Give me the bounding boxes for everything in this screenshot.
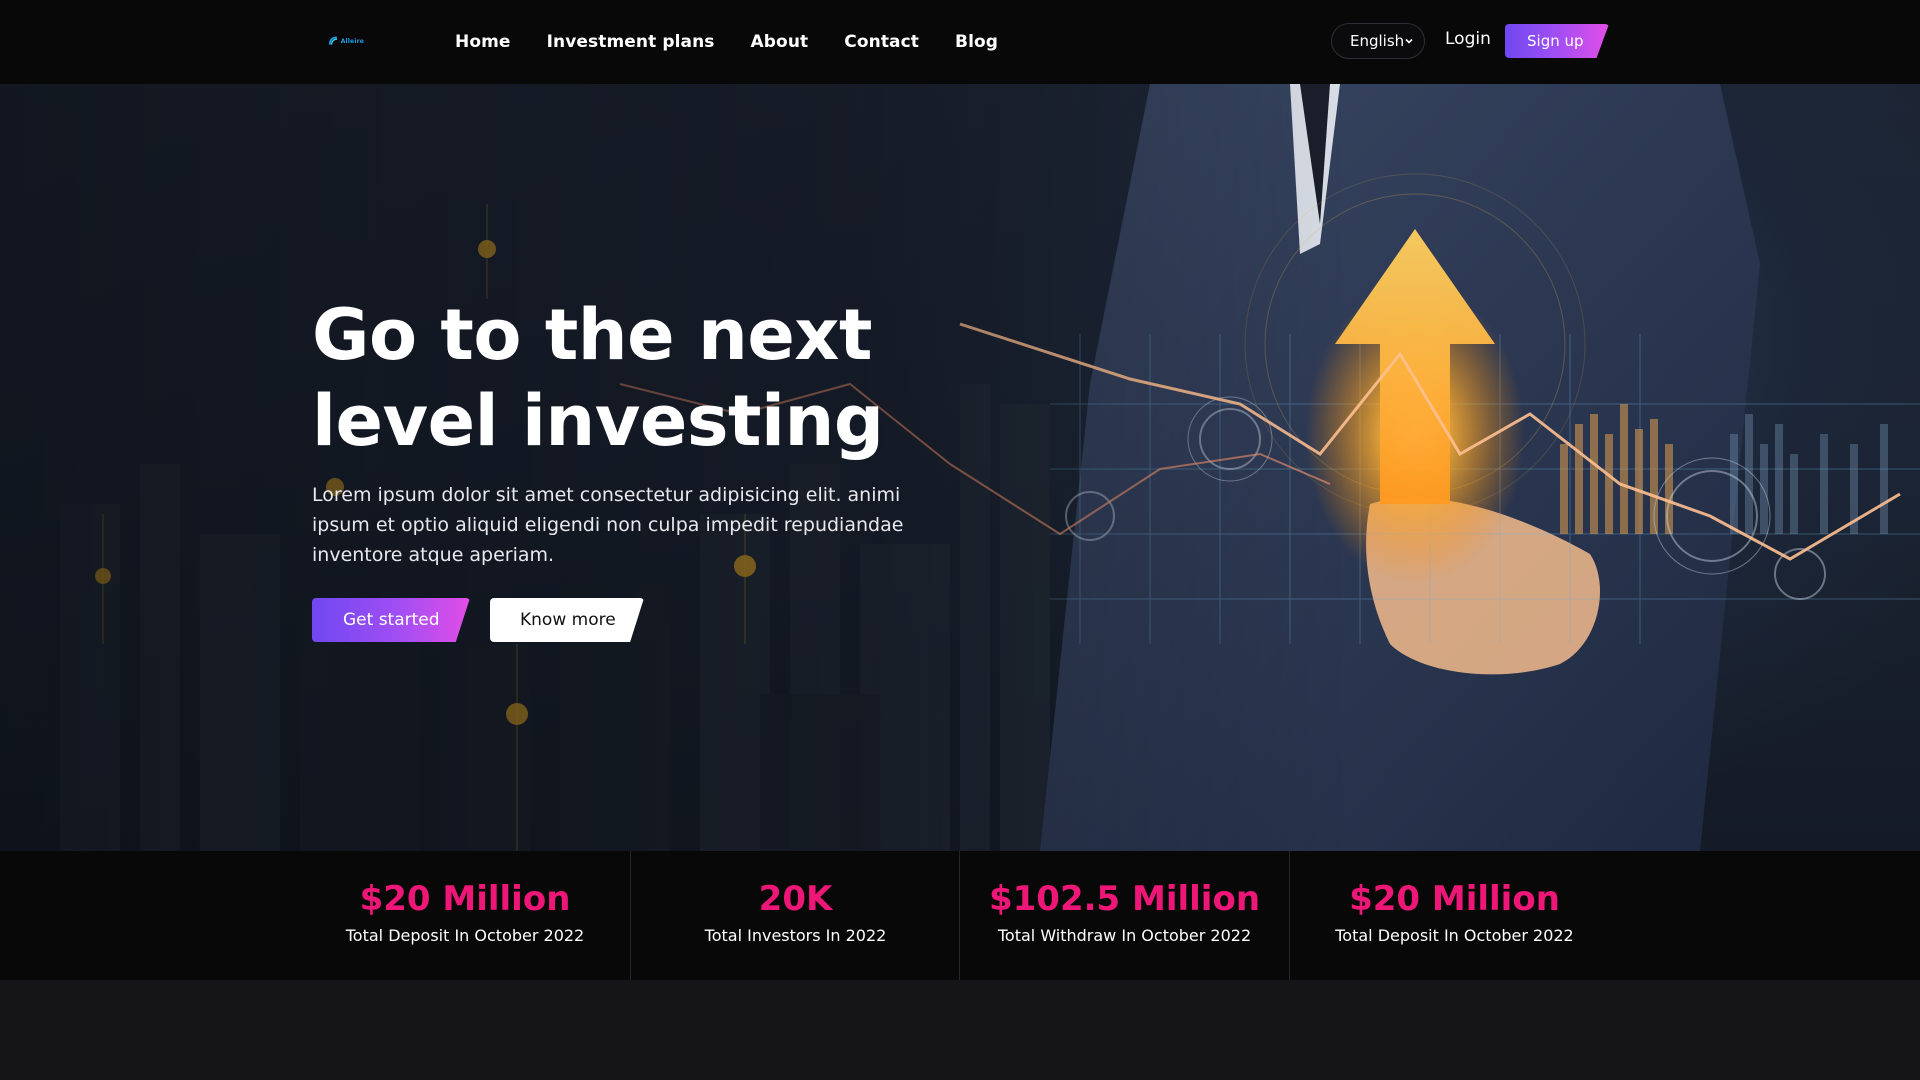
login-link[interactable]: Login <box>1445 29 1491 49</box>
nav-link-contact[interactable]: Contact <box>844 32 919 52</box>
language-select-value: English <box>1350 32 1405 50</box>
stat-item: $20 Million Total Deposit In October 202… <box>1289 851 1619 980</box>
stat-value: $20 Million <box>1349 879 1560 919</box>
stat-label: Total Deposit In October 2022 <box>345 926 585 945</box>
stat-item: $102.5 Million Total Withdraw In October… <box>959 851 1289 980</box>
language-select[interactable]: English <box>1331 23 1425 59</box>
stat-label: Total Deposit In October 2022 <box>1335 926 1574 945</box>
main-nav: Home Investment plans About Contact Blog <box>455 0 998 84</box>
navbar: Alleire Home Investment plans About Cont… <box>0 0 1920 84</box>
signup-button[interactable]: Sign up <box>1505 24 1609 58</box>
stat-value: 20K <box>758 879 833 919</box>
stat-label: Total Investors In 2022 <box>704 926 887 945</box>
nav-link-home[interactable]: Home <box>455 32 511 52</box>
nav-link-investment-plans[interactable]: Investment plans <box>547 32 715 52</box>
stat-value: $102.5 Million <box>988 879 1261 919</box>
hero-section: Go to the next level investing Lorem ips… <box>0 84 1920 851</box>
stats-bar: $20 Million Total Deposit In October 202… <box>0 851 1920 980</box>
next-section <box>0 980 1920 1080</box>
stat-item: $20 Million Total Deposit In October 202… <box>300 851 630 980</box>
nav-link-about[interactable]: About <box>751 32 809 52</box>
hero-overlay <box>0 84 1920 851</box>
get-started-button[interactable]: Get started <box>312 598 470 642</box>
logo-icon <box>328 36 337 45</box>
logo-text: Alleire <box>340 37 364 45</box>
stat-label: Total Withdraw In October 2022 <box>997 926 1252 945</box>
hero-title: Go to the next level investing <box>312 294 884 462</box>
chevron-down-icon <box>1405 38 1413 44</box>
know-more-button[interactable]: Know more <box>490 598 644 642</box>
logo[interactable]: Alleire <box>328 32 364 50</box>
stat-item: 20K Total Investors In 2022 <box>630 851 960 980</box>
hero-description: Lorem ipsum dolor sit amet consectetur a… <box>312 484 904 566</box>
stat-value: $20 Million <box>359 879 571 919</box>
nav-link-blog[interactable]: Blog <box>955 32 998 52</box>
